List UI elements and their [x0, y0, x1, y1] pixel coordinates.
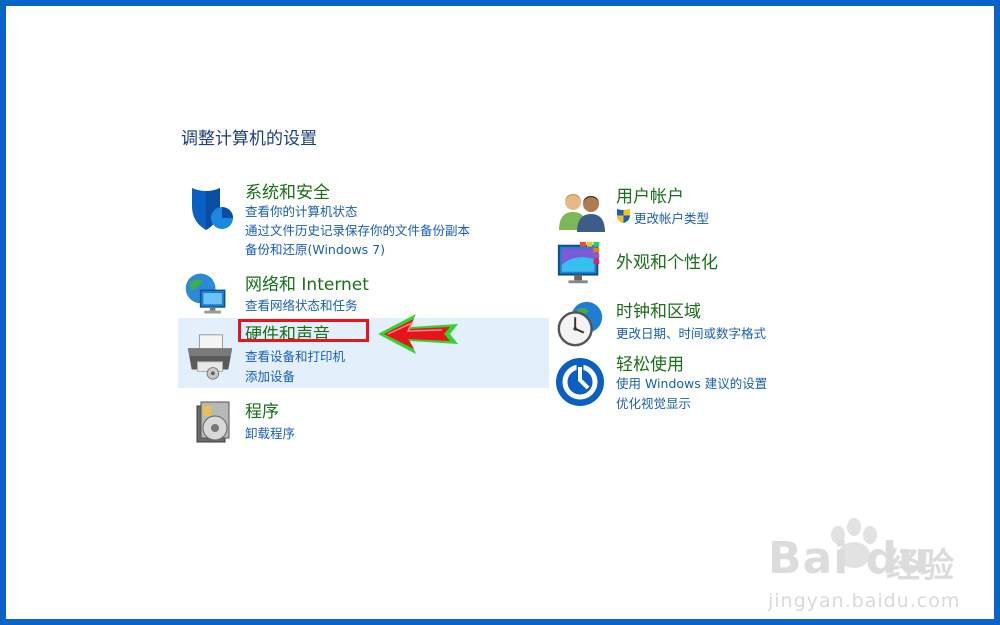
monitor-palette-icon: [557, 241, 600, 284]
category-link[interactable]: 查看网络状态和任务: [245, 295, 358, 314]
category-link[interactable]: 使用 Windows 建议的设置: [616, 373, 767, 392]
category-title[interactable]: 系统和安全: [245, 178, 330, 203]
category-link[interactable]: 备份和还原(Windows 7): [245, 239, 385, 258]
printer-icon: [187, 334, 233, 380]
category-link[interactable]: 查看设备和打印机: [245, 346, 345, 365]
category-link[interactable]: 通过文件历史记录保存你的文件备份副本: [245, 220, 470, 239]
annotation-box: [238, 319, 369, 342]
category-title[interactable]: 轻松使用: [616, 350, 684, 375]
category-title[interactable]: 外观和个性化: [616, 248, 718, 273]
page-title: 调整计算机的设置: [181, 129, 317, 149]
network-globe-icon: [185, 273, 226, 314]
category-title[interactable]: 程序: [245, 397, 279, 422]
watermark-url: jingyan.baidu.com: [768, 590, 961, 612]
ease-of-access-icon: [556, 358, 604, 406]
category-title[interactable]: 时钟和区域: [616, 297, 701, 322]
programs-disc-icon: [196, 401, 230, 443]
category-link[interactable]: 更改日期、时间或数字格式: [616, 323, 766, 342]
category-title[interactable]: 网络和 Internet: [245, 270, 369, 295]
category-link[interactable]: 更改帐户类型: [634, 208, 709, 227]
category-link[interactable]: 优化视觉显示: [616, 393, 691, 412]
users-icon: [559, 194, 605, 232]
watermark-cn: 经验: [886, 546, 954, 586]
shield-icon: [192, 188, 233, 230]
uac-shield-icon: [617, 209, 630, 223]
clock-globe-icon: [557, 301, 603, 347]
category-link[interactable]: 查看你的计算机状态: [245, 201, 358, 220]
category-link[interactable]: 卸载程序: [245, 423, 295, 442]
annotation-arrow-icon: [378, 314, 458, 354]
category-link[interactable]: 添加设备: [245, 366, 295, 385]
category-title[interactable]: 用户帐户: [616, 182, 684, 207]
